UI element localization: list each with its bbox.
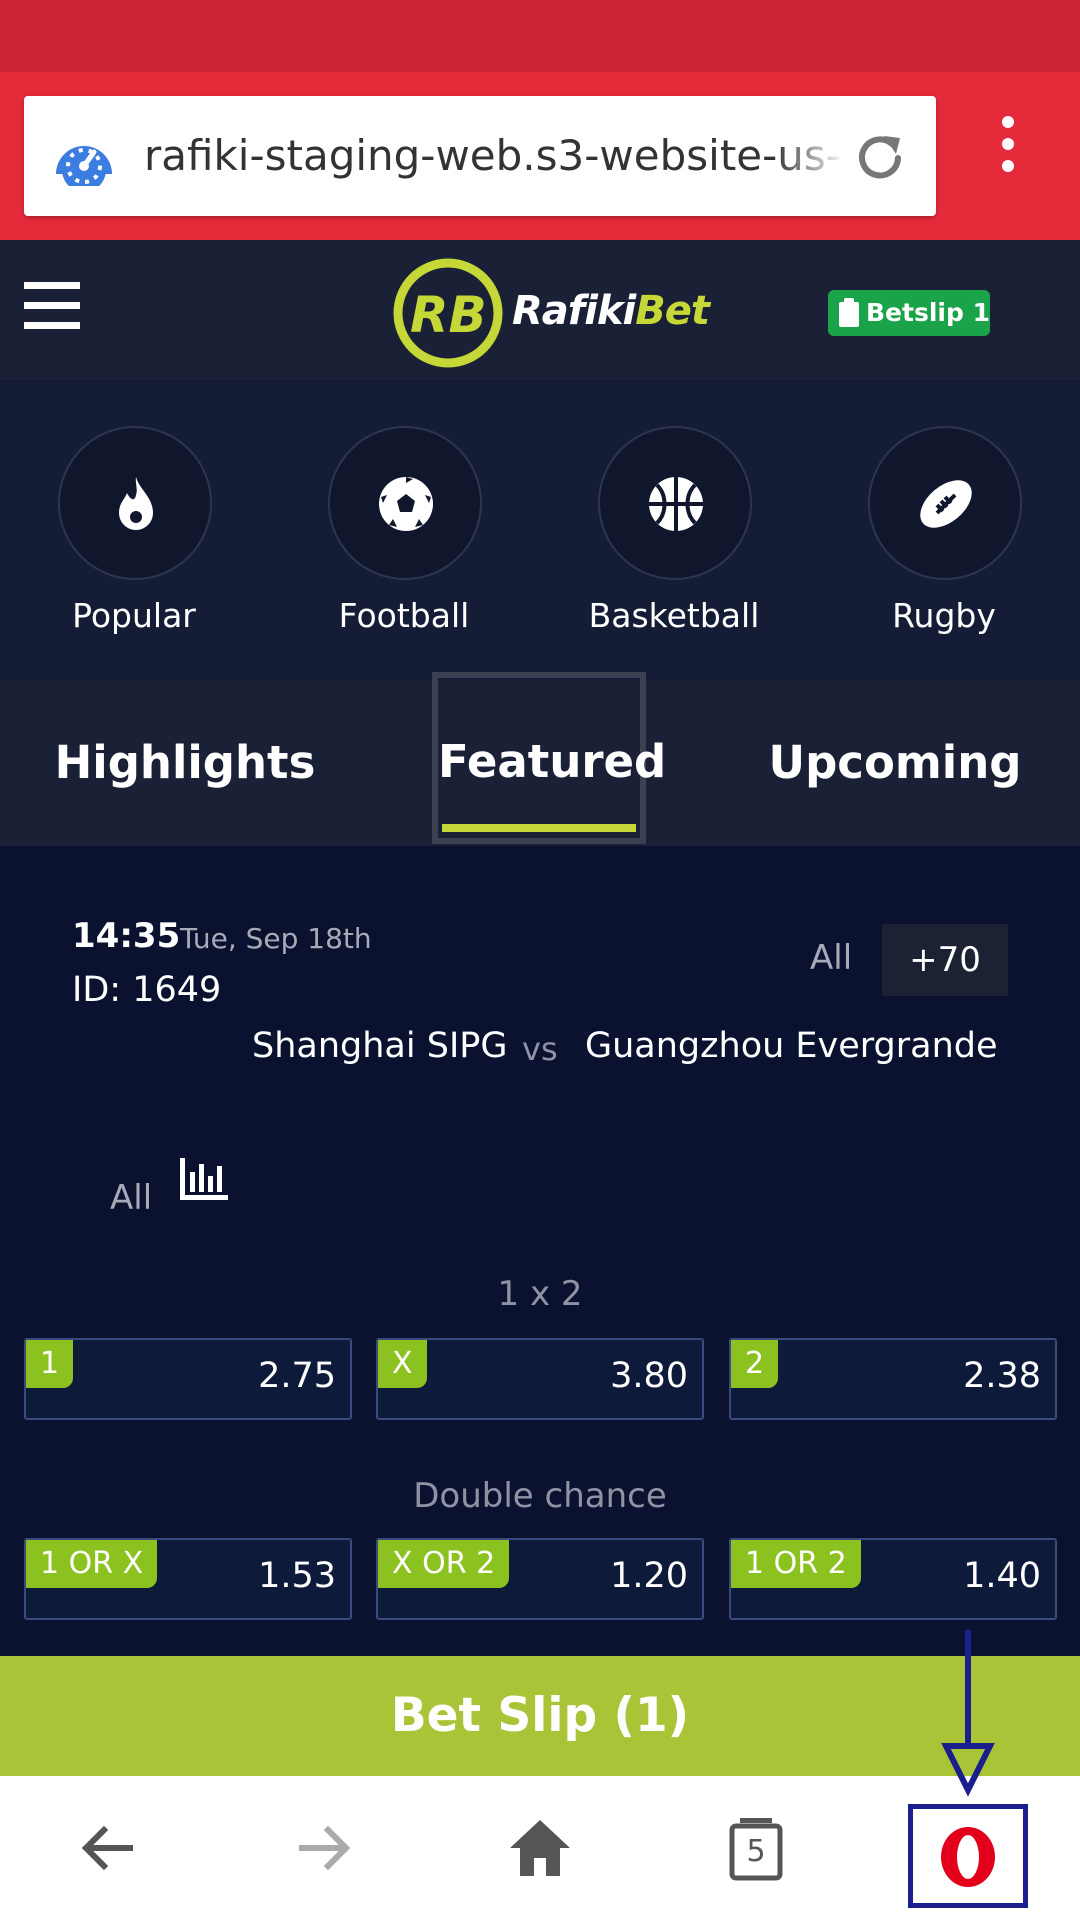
svg-text:RB: RB (410, 286, 487, 344)
page: rafiki-staging-web.s3-website-us-west RB… (0, 0, 1080, 1920)
tab-featured-label: Featured (438, 735, 667, 788)
tab-featured[interactable]: Featured (432, 672, 666, 844)
sport-label: Football (338, 596, 470, 635)
forward-arrow-icon[interactable] (288, 1812, 360, 1884)
hamburger-menu-icon[interactable] (24, 280, 80, 332)
odds-selection-label: 1 OR X (26, 1540, 158, 1588)
vs-label: vs (522, 1030, 558, 1068)
browser-toolbar: rafiki-staging-web.s3-website-us-west (0, 72, 1080, 240)
event-tabs: Highlights Featured Upcoming (0, 672, 1080, 846)
betslip-badge-button[interactable]: Betslip 1 (828, 290, 990, 336)
odds-price: 1.40 (963, 1556, 1041, 1596)
clipboard-icon (839, 298, 859, 327)
logo-wordmark: RafikiBet (512, 288, 710, 334)
tabs-switcher-button[interactable]: 5 (720, 1812, 792, 1884)
match-date: Tue, Sep 18th (180, 922, 372, 955)
address-bar[interactable]: rafiki-staging-web.s3-website-us-west (24, 96, 936, 216)
opera-menu-button[interactable] (908, 1804, 1028, 1908)
odds-price: 3.80 (610, 1356, 688, 1396)
sport-icon-circle (328, 426, 482, 580)
sport-icon-circle (868, 426, 1022, 580)
logo-wordmark-bet: Bet (635, 288, 710, 334)
sport-label: Popular (72, 596, 196, 635)
back-arrow-icon[interactable] (72, 1812, 144, 1884)
basketball-icon (649, 477, 703, 531)
odds-price: 2.75 (258, 1356, 336, 1396)
odds-price: 1.20 (610, 1556, 688, 1596)
tab-upcoming[interactable]: Upcoming (760, 680, 1030, 846)
status-bar (0, 0, 1080, 72)
tabs-count: 5 (746, 1834, 766, 1869)
more-markets-button[interactable]: +70 (882, 924, 1008, 996)
sport-popular[interactable]: Popular (44, 426, 224, 646)
home-icon[interactable] (504, 1812, 576, 1884)
odds-price: 2.38 (963, 1356, 1041, 1396)
market-title-double-chance: Double chance (413, 1476, 667, 1516)
odds-selection-label: 2 (731, 1340, 779, 1388)
browser-bottom-nav: 5 (0, 1776, 1080, 1920)
odds-button-1-or-2[interactable]: 1 OR 2 1.40 (729, 1538, 1057, 1620)
all-markets-link[interactable]: All (810, 938, 852, 978)
logo-wordmark-rafiki: Rafiki (512, 288, 636, 334)
home-team: Shanghai SIPG (252, 1026, 508, 1066)
sports-categories: Popular Football Basketball Rugby (0, 380, 1080, 680)
odds-button-x-or-2[interactable]: X OR 2 1.20 (376, 1538, 704, 1620)
sport-label: Basketball (588, 596, 760, 635)
rugby-ball-icon (920, 480, 972, 528)
annotation-arrow-icon (941, 1630, 995, 1797)
odds-selection-label: X OR 2 (378, 1540, 510, 1588)
match-time: 14:35 (72, 916, 181, 956)
reload-icon[interactable] (850, 128, 910, 188)
statistics-icon[interactable] (180, 1158, 228, 1200)
market-title-1x2: 1 x 2 (497, 1274, 583, 1314)
active-tab-indicator (442, 824, 636, 832)
away-team: Guangzhou Evergrande (585, 1026, 998, 1066)
all-filter-label[interactable]: All (110, 1178, 152, 1218)
match-teams: Shanghai SIPG vs Guangzhou Evergrande (0, 1026, 1080, 1086)
match-id: ID: 1649 (72, 970, 222, 1010)
odds-selection-label: 1 OR 2 (731, 1540, 861, 1588)
sport-rugby[interactable]: Rugby (854, 426, 1034, 646)
odds-selection-label: 1 (26, 1340, 74, 1388)
sport-label: Rugby (892, 596, 996, 635)
rb-logo-mark-icon: RB (393, 258, 503, 368)
site-header: RB RafikiBet Betslip 1 (0, 240, 1080, 380)
odds-button-1-or-x[interactable]: 1 OR X 1.53 (24, 1538, 352, 1620)
odds-button-x[interactable]: X 3.80 (376, 1338, 704, 1420)
odds-button-1[interactable]: 1 2.75 (24, 1338, 352, 1420)
odds-price: 1.53 (258, 1556, 336, 1596)
opera-logo-icon (941, 1827, 995, 1887)
rafikibet-logo[interactable]: RB RafikiBet (392, 258, 710, 368)
odds-button-2[interactable]: 2 2.38 (729, 1338, 1057, 1420)
sport-basketball[interactable]: Basketball (584, 426, 764, 646)
speed-dial-icon[interactable] (52, 126, 116, 186)
bet-slip-button[interactable]: Bet Slip (1) (0, 1656, 1080, 1776)
odds-selection-label: X (378, 1340, 427, 1388)
sport-icon-circle (598, 426, 752, 580)
betslip-badge-label: Betslip 1 (866, 298, 990, 327)
sport-football[interactable]: Football (314, 426, 494, 646)
match-card: 14:35 Tue, Sep 18th ID: 1649 All +70 Sha… (0, 846, 1080, 1656)
flame-icon (119, 477, 153, 530)
soccer-ball-icon (379, 477, 433, 531)
url-text[interactable]: rafiki-staging-web.s3-website-us-west (144, 124, 844, 188)
sport-icon-circle (58, 426, 212, 580)
tab-highlights[interactable]: Highlights (40, 680, 330, 846)
browser-menu-icon[interactable] (980, 108, 1036, 204)
